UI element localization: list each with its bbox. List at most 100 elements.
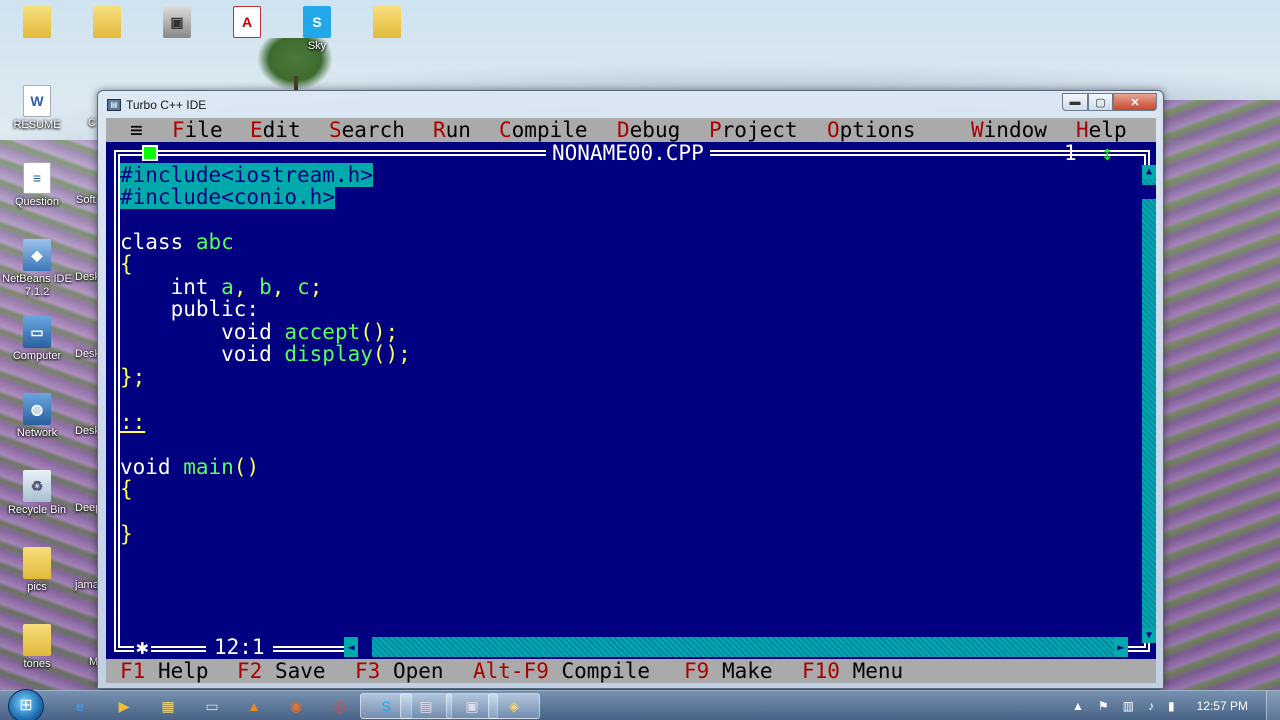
horizontal-scrollbar[interactable]: ◄ ► [344,637,1128,657]
code-line-1[interactable]: #include<iostream.h> [120,163,373,187]
tray-volume-icon[interactable]: ♪ [1148,699,1154,713]
show-desktop-button[interactable] [1266,691,1280,720]
code-line-4[interactable]: class abc [120,231,234,253]
editor-zoom-icon[interactable]: ↕ [1101,142,1114,164]
app-taskbar-icon[interactable]: ◈ [488,693,540,719]
menu-label: earch [341,118,405,142]
menu-hotkey: P [709,118,722,142]
menu-search[interactable]: Search [329,118,405,142]
close-button[interactable]: ✕ [1113,93,1157,111]
tray-expand-icon[interactable]: ▲ [1072,699,1084,713]
desktop-icon-resume[interactable]: W RESUME [0,85,74,132]
menu-window[interactable]: Window [971,118,1047,142]
desktop-icon-tones[interactable]: tones [0,624,74,671]
window-titlebar[interactable]: ▤ Turbo C++ IDE ▬ ▢ ✕ [98,91,1163,117]
menu-project[interactable]: Project [709,118,798,142]
code-line-15[interactable]: { [120,478,133,500]
status-f3-open[interactable]: F3 Open [355,659,444,683]
chrome-taskbar-icon[interactable]: ◎ [314,693,366,719]
maximize-button[interactable]: ▢ [1088,93,1113,111]
minimize-button[interactable]: ▬ [1062,93,1088,111]
code-line-9[interactable]: void display(); [120,343,411,365]
desktop-icon-top-1[interactable] [0,6,74,40]
desktop-icon-top-6[interactable] [350,6,424,40]
folder-icon [23,547,51,579]
menu-hotkey: R [433,118,446,142]
scroll-right-arrow-icon[interactable]: ► [1114,637,1128,657]
tray-power-icon[interactable]: ▮ [1168,699,1175,713]
desktop-icon-recycle-bin[interactable]: ♻ Recycle Bin [0,470,74,517]
editor-corner-marker: ✱ [134,635,151,659]
menu-file[interactable]: File [172,118,223,142]
status-f10-menu[interactable]: F10 Menu [802,659,903,683]
menu-compile[interactable]: Compile [499,118,588,142]
desktop-icon-top-2[interactable] [70,6,144,40]
code-line-2[interactable]: #include<conio.h> [120,185,335,209]
scroll-thumb[interactable] [1142,185,1156,199]
computer-icon: ▭ [23,316,51,348]
desktop-icon-skype[interactable]: S Sky [280,6,354,53]
desktop-label-cut[interactable]: jama [75,579,99,591]
menu-label: ptions [839,118,916,142]
status-f2-save[interactable]: F2 Save [237,659,326,683]
desktop-icon-pics[interactable]: pics [0,547,74,594]
desktop-label-cut[interactable]: C [88,117,96,129]
code-line-10[interactable]: }; [120,366,145,388]
code-line-12-cursor[interactable]: :: [120,411,145,433]
editor-close-box[interactable] [142,145,158,161]
status-f1-help[interactable]: F1 Help [120,659,209,683]
menu-label: indow [983,118,1047,142]
menu-label: ebug [629,118,681,142]
desktop-icon-question[interactable]: ≡ Question [0,162,74,209]
code-line-5[interactable]: { [120,253,133,275]
folder-icon [23,624,51,656]
menu-label: roject [721,118,798,142]
menu-options[interactable]: Options [827,118,916,142]
code-line-6[interactable]: int a, b, c; [120,276,323,298]
menu-hotkey: S [329,118,342,142]
menu-edit[interactable]: Edit [250,118,301,142]
code-line-8[interactable]: void accept(); [120,321,398,343]
scroll-up-arrow-icon[interactable]: ▲ [1142,165,1156,179]
vertical-scrollbar[interactable]: ▲ ▼ [1142,165,1156,643]
menu-help[interactable]: Help [1076,118,1127,142]
code-line-17[interactable]: } [120,523,133,545]
desktop-icon-top-3[interactable]: ▣ [140,6,214,40]
desktop-label-cut[interactable]: Soft [76,194,96,206]
desktop-icon-top-4[interactable]: A [210,6,284,40]
taskbar-clock[interactable]: 12:57 PM [1197,699,1248,713]
status-f9-make[interactable]: F9 Make [684,659,773,683]
desktop-icon-computer[interactable]: ▭ Computer [0,316,74,363]
document-icon: ≡ [23,162,51,194]
menu-debug[interactable]: Debug [617,118,680,142]
desktop-icon-network[interactable]: ◍ Network [0,393,74,440]
desktop-icon-netbeans[interactable]: ◆ NetBeans IDE 7.1.2 [0,239,74,299]
tray-network-icon[interactable]: ▥ [1123,699,1134,713]
scroll-left-arrow-icon[interactable]: ◄ [344,637,358,657]
scroll-down-arrow-icon[interactable]: ▼ [1142,629,1156,643]
menu-label: dit [262,118,301,142]
menu-hotkey: E [250,118,263,142]
pdf-icon: A [233,6,261,38]
start-button[interactable]: ⊞ [8,689,44,720]
netbeans-icon: ◆ [23,239,51,271]
menu-hotkey: C [499,118,512,142]
tray-action-center-icon[interactable]: ⚑ [1098,699,1109,713]
cursor-position: 12:1 [206,636,273,658]
code-line-7[interactable]: public: [120,298,260,320]
code-line-14[interactable]: void main() [120,456,259,478]
turbo-cpp-taskbar-icon[interactable]: ▤ [400,693,452,719]
user-folder-icon [23,6,51,38]
recycle-bin-icon: ♻ [23,470,51,502]
hscroll-thumb[interactable] [358,637,372,657]
desktop-wallpaper-field [1160,100,1280,690]
menu-label: elp [1088,118,1127,142]
status-altf9-compile[interactable]: Alt-F9 Compile [473,659,650,683]
word-doc-icon: W [23,85,51,117]
status-bar: F1 Help F2 Save F3 Open Alt-F9 Compile F… [106,659,1156,683]
menu-hotkey: O [827,118,840,142]
menu-run[interactable]: Run [433,118,471,142]
system-menu-button[interactable]: ≡ [130,118,143,142]
menu-hotkey: D [617,118,630,142]
editor-filename: NONAME00.CPP [546,142,710,164]
